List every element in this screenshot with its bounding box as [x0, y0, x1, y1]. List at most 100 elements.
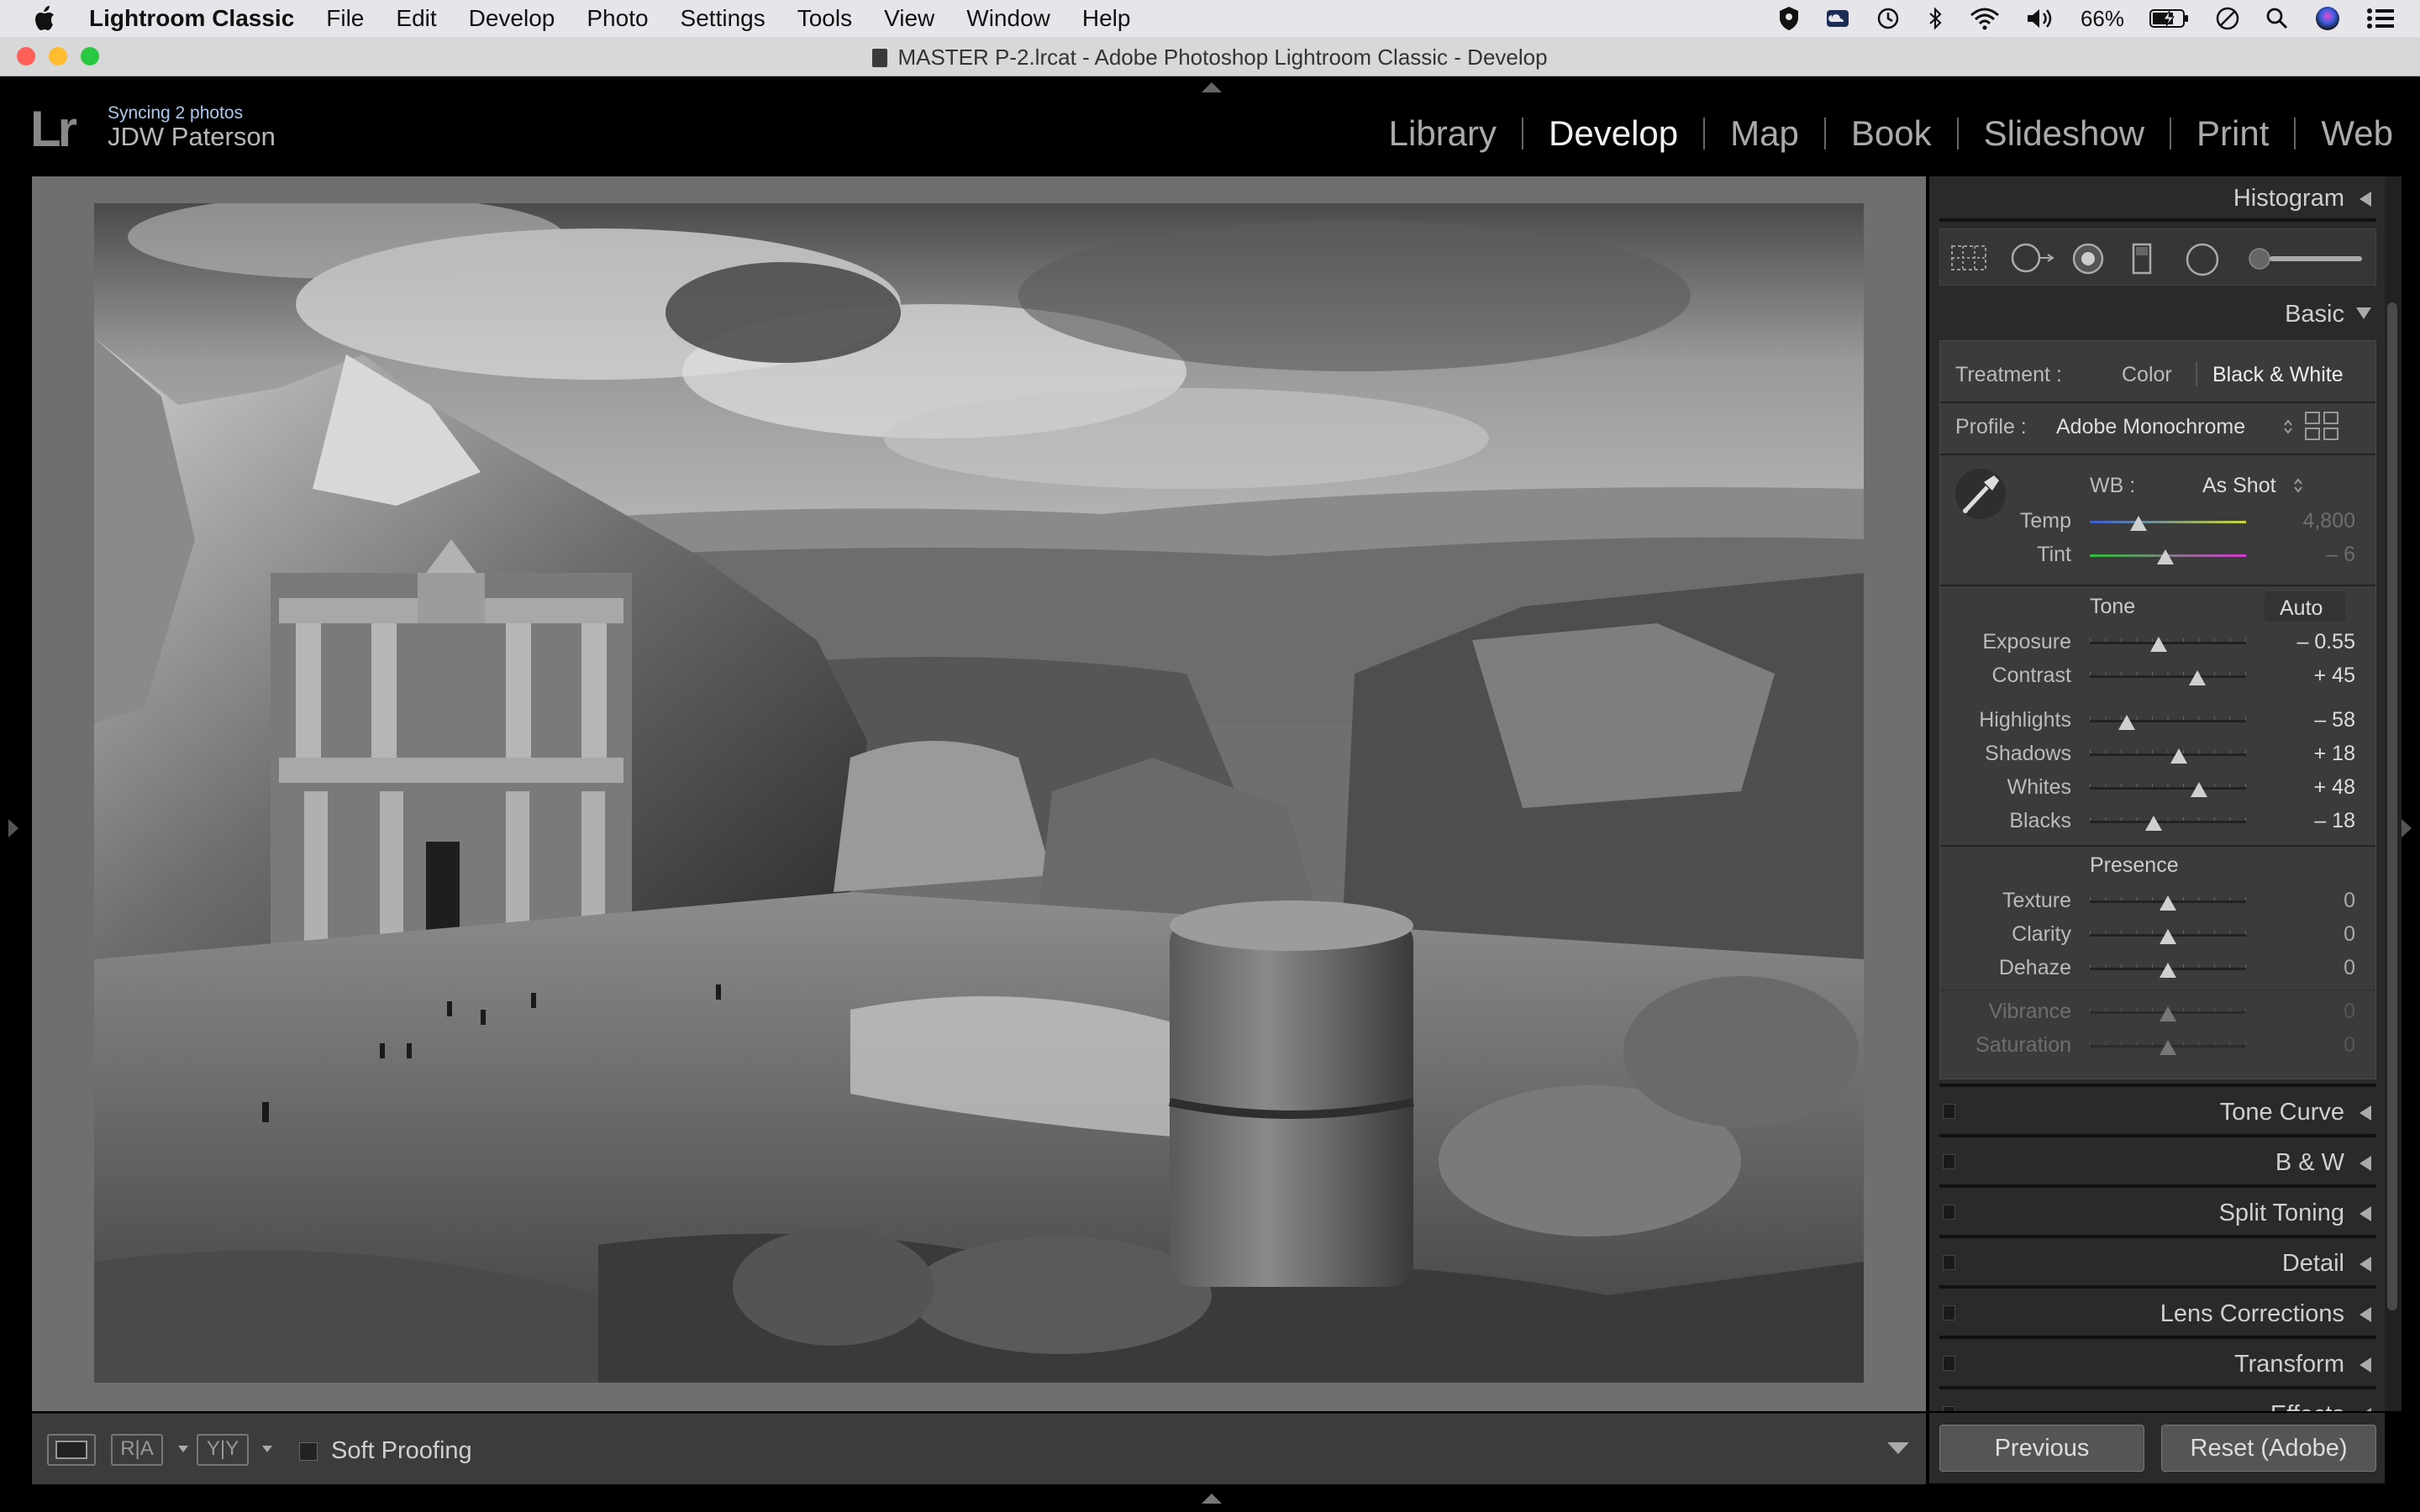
contrast-slider-track[interactable] [2090, 675, 2246, 678]
module-library[interactable]: Library [1382, 113, 1503, 154]
module-web[interactable]: Web [2314, 113, 2400, 154]
menu-edit[interactable]: Edit [396, 5, 436, 32]
module-book[interactable]: Book [1844, 113, 1939, 154]
crop-overlay-icon[interactable] [1949, 243, 1989, 273]
effects-header[interactable]: Effects [1939, 1393, 2376, 1411]
tone-curve-header[interactable]: Tone Curve [1939, 1090, 2376, 1134]
exposure-slider-thumb[interactable] [2150, 637, 2167, 652]
lens-corrections-header[interactable]: Lens Corrections [1939, 1292, 2376, 1336]
effects-toggle[interactable] [1943, 1406, 1955, 1411]
bluetooth-icon[interactable] [1926, 6, 1944, 31]
yy-view-button[interactable]: Y|Y [197, 1434, 249, 1466]
module-develop[interactable]: Develop [1542, 113, 1685, 154]
bottom-panel-toggle-arrow[interactable] [1202, 1494, 1222, 1504]
image-canvas[interactable] [32, 176, 1926, 1411]
menu-develop[interactable]: Develop [469, 5, 555, 32]
profile-browser-icon[interactable] [2303, 410, 2340, 442]
highlights-slider-thumb[interactable] [2118, 715, 2135, 730]
split-toning-toggle[interactable] [1943, 1205, 1955, 1220]
apple-menu-icon[interactable] [34, 6, 55, 31]
photo-preview[interactable] [94, 203, 1864, 1383]
menu-settings[interactable]: Settings [681, 5, 765, 32]
menu-window[interactable]: Window [966, 5, 1050, 32]
tone-curve-toggle[interactable] [1943, 1104, 1955, 1119]
histogram-header[interactable]: Histogram [1939, 176, 2376, 220]
yy-view-dropdown-caret[interactable] [262, 1446, 272, 1452]
profile-select[interactable]: Adobe Monochrome [2056, 415, 2245, 439]
select-arrows-icon[interactable] [2283, 417, 2293, 437]
module-map[interactable]: Map [1723, 113, 1806, 154]
lens-corrections-toggle[interactable] [1943, 1305, 1955, 1320]
detail-header[interactable]: Detail [1939, 1242, 2376, 1285]
loupe-view-button[interactable] [47, 1434, 96, 1466]
left-panel-toggle-arrow[interactable] [8, 819, 18, 837]
clarity-value[interactable]: 0 [2344, 922, 2355, 947]
spotlight-search-icon[interactable] [2265, 7, 2289, 30]
menu-photo[interactable]: Photo [587, 5, 648, 32]
bw-header[interactable]: B & W [1939, 1141, 2376, 1184]
white-balance-eyedropper-icon[interactable] [1954, 467, 2007, 521]
temp-slider-track[interactable] [2090, 521, 2246, 523]
whites-value[interactable]: + 48 [2314, 775, 2355, 800]
texture-value[interactable]: 0 [2344, 889, 2355, 913]
temp-slider-thumb[interactable] [2130, 516, 2147, 531]
tint-slider-thumb[interactable] [2157, 549, 2174, 564]
dehaze-slider-thumb[interactable] [2160, 963, 2176, 978]
previous-button[interactable]: Previous [1939, 1425, 2144, 1472]
blacks-value[interactable]: – 18 [2314, 809, 2355, 833]
split-toning-header[interactable]: Split Toning [1939, 1191, 2376, 1235]
tint-value[interactable]: – 6 [2326, 543, 2355, 567]
clarity-slider-thumb[interactable] [2160, 929, 2176, 944]
blacks-slider-thumb[interactable] [2145, 816, 2162, 831]
wifi-icon[interactable] [1970, 7, 2000, 30]
basic-header[interactable]: Basic [1939, 292, 2376, 336]
contrast-value[interactable]: + 45 [2314, 664, 2355, 688]
shield-icon[interactable] [1778, 6, 1800, 31]
menu-help[interactable]: Help [1082, 5, 1131, 32]
menu-view[interactable]: View [884, 5, 934, 32]
shadows-value[interactable]: + 18 [2314, 742, 2355, 766]
do-not-disturb-icon[interactable] [2215, 6, 2240, 31]
time-machine-icon[interactable] [1876, 6, 1901, 31]
transform-header[interactable]: Transform [1939, 1342, 2376, 1386]
texture-slider-thumb[interactable] [2160, 895, 2176, 911]
blacks-slider-track[interactable] [2090, 821, 2246, 823]
menu-tools[interactable]: Tools [797, 5, 852, 32]
module-slideshow[interactable]: Slideshow [1977, 113, 2151, 154]
transform-toggle[interactable] [1943, 1356, 1955, 1371]
shadows-slider-thumb[interactable] [2170, 748, 2187, 764]
radial-filter-icon[interactable] [2184, 243, 2221, 276]
siri-icon[interactable] [2314, 5, 2341, 32]
battery-charging-icon[interactable] [2149, 8, 2190, 29]
temp-value[interactable]: 4,800 [2302, 509, 2355, 533]
module-print[interactable]: Print [2190, 113, 2275, 154]
wb-select[interactable]: As Shot [2202, 474, 2276, 498]
right-panel-toggle-arrow[interactable] [2402, 819, 2412, 837]
soft-proofing-checkbox[interactable] [299, 1442, 318, 1461]
whites-slider-thumb[interactable] [2191, 782, 2207, 797]
graduated-filter-icon[interactable] [2128, 243, 2155, 275]
adjustment-brush-icon[interactable] [2244, 243, 2369, 275]
select-arrows-icon[interactable] [2293, 475, 2303, 496]
bw-toggle[interactable] [1943, 1154, 1955, 1169]
red-eye-icon[interactable] [2070, 243, 2107, 275]
right-panel-scrollbar[interactable] [2385, 176, 2402, 1411]
detail-toggle[interactable] [1943, 1255, 1955, 1270]
menu-app-name[interactable]: Lightroom Classic [89, 5, 294, 32]
top-panel-toggle-arrow[interactable] [1202, 82, 1222, 92]
reset-button[interactable]: Reset (Adobe) [2161, 1425, 2376, 1472]
highlights-slider-track[interactable] [2090, 720, 2246, 722]
dehaze-value[interactable]: 0 [2344, 956, 2355, 980]
treatment-bw-option[interactable]: Black & White [2212, 363, 2344, 387]
treatment-color-option[interactable]: Color [2122, 363, 2172, 387]
exposure-slider-track[interactable] [2090, 642, 2246, 644]
spot-removal-icon[interactable] [2009, 243, 2056, 273]
tone-auto-button[interactable]: Auto [2265, 591, 2345, 622]
before-after-button[interactable]: R|A [111, 1434, 163, 1466]
control-center-icon[interactable] [2366, 7, 2395, 30]
shadows-slider-track[interactable] [2090, 753, 2246, 756]
right-panel-scroll-thumb[interactable] [2387, 302, 2397, 1310]
menu-file[interactable]: File [326, 5, 364, 32]
before-after-dropdown-caret[interactable] [178, 1446, 188, 1452]
highlights-value[interactable]: – 58 [2314, 708, 2355, 732]
